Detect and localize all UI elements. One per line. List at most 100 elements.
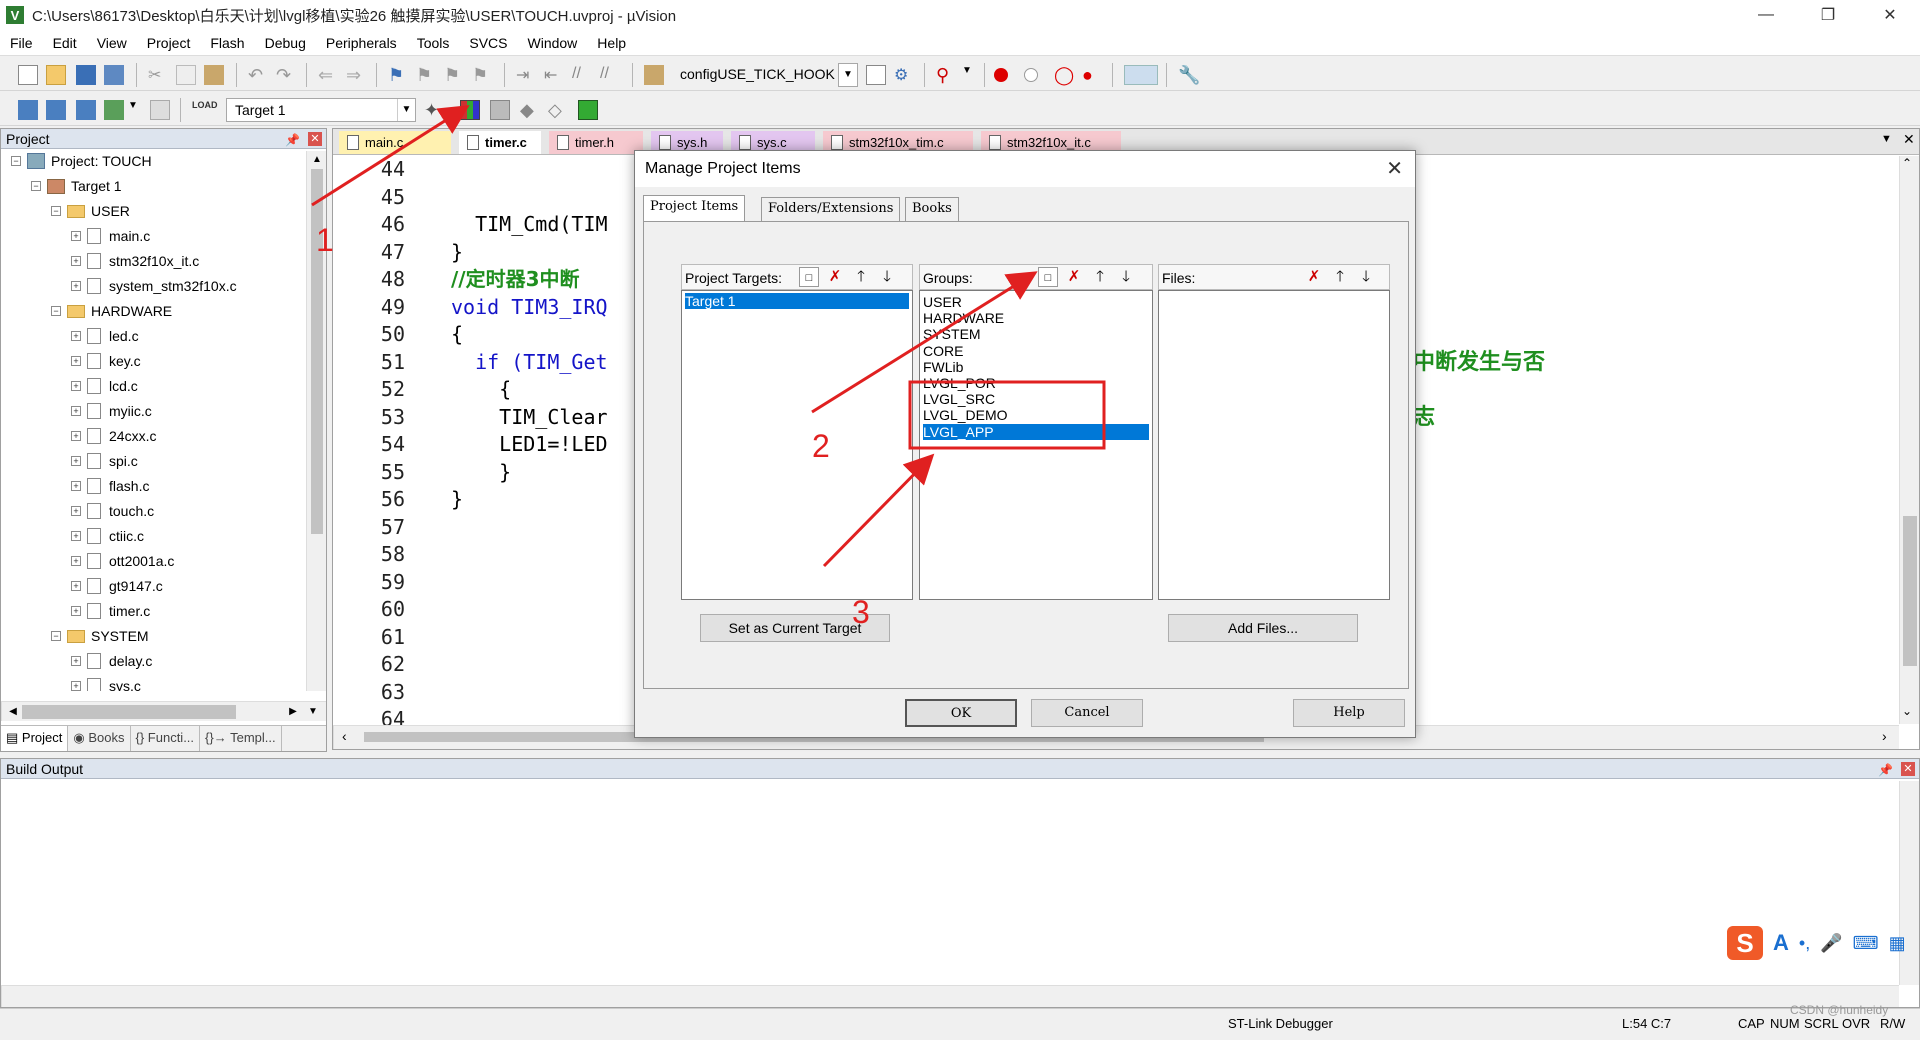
undo-icon[interactable]: ↶ — [248, 65, 268, 85]
menu-project[interactable]: Project — [137, 35, 201, 51]
tree-item-file[interactable]: + stm32f10x_it.c — [71, 251, 199, 271]
tree-horizontal-scrollbar[interactable]: ◀ ▶ ▼ — [1, 701, 326, 721]
tree-item-file[interactable]: + gt9147.c — [71, 576, 163, 596]
tree-item-file[interactable]: + system_stm32f10x.c — [71, 276, 237, 296]
editor-vertical-scrollbar[interactable]: ⌃ ⌄ — [1899, 156, 1919, 724]
comment-icon[interactable]: // — [572, 65, 592, 85]
tree-item-file[interactable]: + touch.c — [71, 501, 154, 521]
delete-file-icon[interactable]: ✗ — [1304, 267, 1324, 287]
incremental-find-icon[interactable] — [866, 65, 886, 85]
microphone-icon[interactable]: 🎤 — [1820, 933, 1842, 954]
collapse-icon[interactable]: − — [51, 306, 61, 316]
software-packs-icon[interactable]: ◇ — [548, 100, 568, 120]
tabs-dropdown-icon[interactable]: ▼ — [1881, 133, 1892, 145]
new-group-icon[interactable]: □ — [1038, 267, 1058, 287]
expand-icon[interactable]: + — [71, 381, 81, 391]
uncomment-icon[interactable]: // — [600, 65, 620, 85]
collapse-icon[interactable]: − — [31, 181, 41, 191]
move-file-up-icon[interactable]: 🡑 — [1330, 267, 1350, 287]
select-packs-icon[interactable] — [490, 100, 510, 120]
menu-flash[interactable]: Flash — [200, 35, 254, 51]
groups-list[interactable]: USER HARDWARE SYSTEM CORE FWLib LVGL_POR LVGL_… — [919, 290, 1153, 600]
collapse-icon[interactable]: − — [51, 206, 61, 216]
close-window-button[interactable]: ✕ — [1862, 0, 1918, 30]
clear-bookmarks-icon[interactable]: ⚑ — [472, 65, 492, 85]
move-group-up-icon[interactable]: 🡑 — [1090, 267, 1110, 287]
debug-session-icon[interactable]: ⚲ — [936, 65, 956, 85]
open-file-icon[interactable] — [46, 65, 66, 85]
batch-build-icon[interactable] — [104, 100, 124, 120]
menu-edit[interactable]: Edit — [43, 35, 87, 51]
tree-item-file[interactable]: + lcd.c — [71, 376, 138, 396]
list-item-target[interactable]: Target 1 — [685, 293, 909, 309]
tree-item-file[interactable]: +24cxx.c — [71, 426, 156, 446]
collapse-icon[interactable]: − — [11, 156, 21, 166]
config-combo-dropdown[interactable]: ▼ — [838, 63, 858, 87]
move-target-down-icon[interactable]: 🡓 — [877, 267, 897, 287]
files-list[interactable] — [1158, 290, 1390, 600]
list-item-group[interactable]: SYSTEM — [923, 326, 1123, 342]
nav-back-icon[interactable]: ⇐ — [318, 65, 338, 85]
tab-folders-extensions[interactable]: Folders/Extensions — [761, 197, 901, 221]
bookmark-icon[interactable]: ⚑ — [388, 65, 408, 85]
file-tab[interactable]: timer.c — [459, 131, 541, 154]
disable-breakpoint-icon[interactable] — [1024, 68, 1038, 82]
pack-installer-icon[interactable] — [578, 100, 598, 120]
list-item-group[interactable]: CORE — [923, 343, 1123, 359]
tab-project[interactable]: ▤ Project — [1, 726, 69, 751]
tab-books[interactable]: Books — [905, 197, 959, 221]
config-combo[interactable]: configUSE_TICK_HOOK — [672, 63, 858, 87]
targets-list[interactable]: Target 1 — [681, 290, 913, 600]
tree-item-file[interactable]: + timer.c — [71, 601, 150, 621]
ime-language-toggle[interactable]: A — [1773, 930, 1789, 956]
pin-icon[interactable]: 📌 — [285, 130, 300, 150]
add-files-button[interactable]: Add Files... — [1168, 614, 1358, 642]
tree-item-file[interactable]: + main.c — [71, 226, 150, 246]
expand-icon[interactable]: + — [71, 406, 81, 416]
menu-peripherals[interactable]: Peripherals — [316, 35, 407, 51]
menu-file[interactable]: File — [0, 35, 43, 51]
new-target-icon[interactable]: □ — [799, 267, 819, 287]
expand-icon[interactable]: + — [71, 681, 81, 691]
disable-all-breakpoints-icon[interactable]: ◯ — [1054, 65, 1074, 85]
ok-button[interactable]: OK — [905, 699, 1017, 727]
tree-item-folder[interactable]: − HARDWARE — [51, 301, 172, 321]
menu-help[interactable]: Help — [587, 35, 636, 51]
list-item-group[interactable]: LVGL_APP — [923, 423, 1149, 440]
tree-item-file[interactable]: + ctiic.c — [71, 526, 144, 546]
tree-item-folder[interactable]: − USER — [51, 201, 130, 221]
close-panel-icon[interactable]: ✕ — [1901, 762, 1915, 776]
delete-group-icon[interactable]: ✗ — [1064, 267, 1084, 287]
tab-functions[interactable]: {} Functi... — [131, 726, 201, 751]
list-item-group[interactable]: LVGL_POR — [923, 375, 1123, 391]
expand-icon[interactable]: + — [71, 581, 81, 591]
expand-icon[interactable]: + — [71, 281, 81, 291]
menu-tools[interactable]: Tools — [407, 35, 460, 51]
save-icon[interactable] — [76, 65, 96, 85]
build-output-hscroll[interactable] — [1, 985, 1899, 1007]
debug-dropdown-icon[interactable]: ▼ — [962, 65, 982, 85]
expand-icon[interactable]: + — [71, 231, 81, 241]
expand-icon[interactable]: + — [71, 431, 81, 441]
move-target-up-icon[interactable]: 🡑 — [851, 267, 871, 287]
file-tab[interactable]: main.c — [339, 131, 451, 154]
expand-icon[interactable]: + — [71, 556, 81, 566]
pin-icon[interactable]: 📌 — [1878, 760, 1893, 780]
tree-item-file[interactable]: + delay.c — [71, 651, 152, 671]
sogou-ime-icon[interactable]: S — [1727, 926, 1763, 960]
tree-item-project[interactable]: − Project: TOUCH — [11, 151, 152, 171]
list-item-group[interactable]: LVGL_SRC — [923, 391, 1123, 407]
list-item-group[interactable]: USER — [923, 294, 1123, 310]
punctuation-icon[interactable]: •, — [1799, 933, 1810, 954]
save-all-icon[interactable] — [104, 65, 124, 85]
expand-icon[interactable]: + — [71, 506, 81, 516]
new-file-icon[interactable] — [18, 65, 38, 85]
manage-rte-icon[interactable]: ◆ — [520, 100, 540, 120]
expand-icon[interactable]: + — [71, 606, 81, 616]
stop-build-icon[interactable] — [150, 100, 170, 120]
expand-icon[interactable]: + — [71, 256, 81, 266]
tree-item-target[interactable]: − Target 1 — [31, 176, 122, 196]
help-button[interactable]: Help — [1293, 699, 1405, 727]
menu-debug[interactable]: Debug — [255, 35, 316, 51]
tree-item-file[interactable]: + spi.c — [71, 451, 138, 471]
